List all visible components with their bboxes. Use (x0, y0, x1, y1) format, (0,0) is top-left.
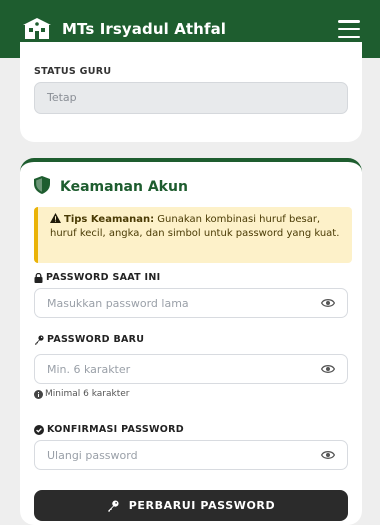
new-password-hint-text: Minimal 6 karakter (45, 389, 130, 399)
new-password-placeholder: Min. 6 karakter (47, 362, 131, 376)
app-title[interactable]: MTs Irsyadul Athfal (62, 20, 226, 38)
lock-icon (34, 272, 43, 283)
section-header: Keamanan Akun (34, 176, 188, 198)
update-password-button-label: PERBARUI PASSWORD (128, 499, 276, 512)
key-icon (35, 334, 44, 345)
new-password-input[interactable]: Min. 6 karakter (34, 354, 348, 384)
key-icon (107, 499, 119, 512)
tips-heading: Tips Keamanan: (64, 214, 155, 225)
status-card: STATUS GURU Tetap (20, 42, 362, 142)
warning-triangle-icon (50, 213, 61, 228)
status-guru-field: Tetap (34, 82, 348, 114)
section-title: Keamanan Akun (60, 179, 188, 195)
eye-icon[interactable] (321, 364, 335, 374)
shield-icon (34, 176, 50, 198)
status-guru-label: STATUS GURU (34, 66, 112, 77)
confirm-password-input[interactable]: Ulangi password (34, 440, 348, 470)
security-tips-alert: Tips Keamanan: Gunakan kombinasi huruf b… (34, 207, 352, 263)
new-password-label: PASSWORD BARU (34, 334, 144, 345)
eye-icon[interactable] (321, 450, 335, 460)
account-security-card: Keamanan Akun Tips Keamanan: Gunakan kom… (20, 158, 362, 525)
eye-icon[interactable] (321, 298, 335, 308)
new-password-hint: Minimal 6 karakter (34, 389, 129, 399)
current-password-input[interactable]: Masukkan password lama (34, 288, 348, 318)
check-circle-icon (34, 424, 44, 435)
current-password-label: PASSWORD SAAT INI (34, 272, 160, 283)
hamburger-menu-icon[interactable] (338, 20, 360, 38)
confirm-password-label-text: KONFIRMASI PASSWORD (47, 424, 184, 435)
current-password-label-text: PASSWORD SAAT INI (46, 272, 161, 283)
update-password-button[interactable]: PERBARUI PASSWORD (34, 490, 348, 521)
confirm-password-label: KONFIRMASI PASSWORD (34, 424, 184, 435)
info-circle-icon (34, 389, 43, 399)
current-password-placeholder: Masukkan password lama (47, 296, 189, 310)
new-password-label-text: PASSWORD BARU (47, 334, 145, 345)
confirm-password-placeholder: Ulangi password (47, 448, 138, 462)
school-building-icon[interactable] (22, 17, 52, 41)
